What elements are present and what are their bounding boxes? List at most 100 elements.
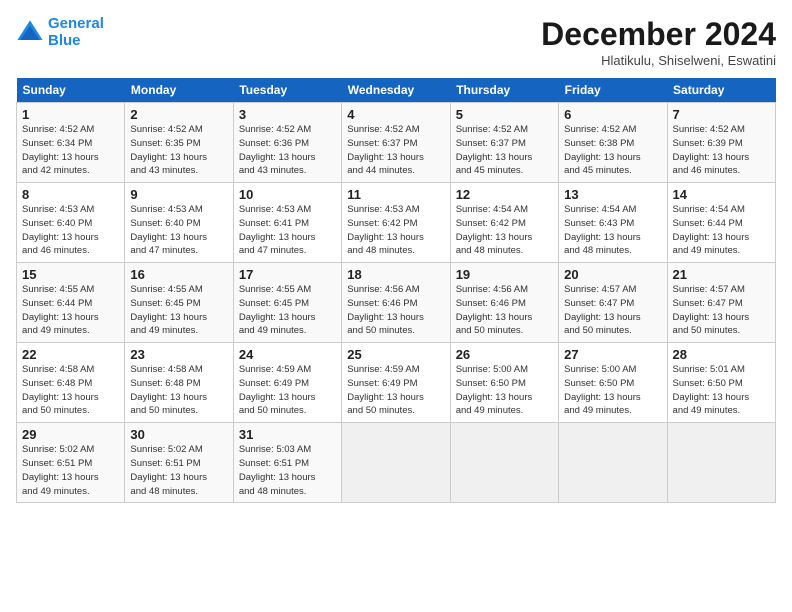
calendar-cell: 28Sunrise: 5:01 AM Sunset: 6:50 PM Dayli… [667,343,775,423]
day-number: 14 [673,187,770,202]
calendar-cell: 21Sunrise: 4:57 AM Sunset: 6:47 PM Dayli… [667,263,775,343]
calendar-cell: 11Sunrise: 4:53 AM Sunset: 6:42 PM Dayli… [342,183,450,263]
day-number: 16 [130,267,227,282]
header-saturday: Saturday [667,78,775,103]
day-info: Sunrise: 4:53 AM Sunset: 6:40 PM Dayligh… [130,203,227,258]
calendar-cell: 10Sunrise: 4:53 AM Sunset: 6:41 PM Dayli… [233,183,341,263]
calendar-cell: 9Sunrise: 4:53 AM Sunset: 6:40 PM Daylig… [125,183,233,263]
day-info: Sunrise: 5:00 AM Sunset: 6:50 PM Dayligh… [456,363,553,418]
header-monday: Monday [125,78,233,103]
day-info: Sunrise: 4:59 AM Sunset: 6:49 PM Dayligh… [347,363,444,418]
calendar-table: SundayMondayTuesdayWednesdayThursdayFrid… [16,78,776,503]
logo-text: General Blue [48,16,104,49]
day-number: 5 [456,107,553,122]
header: General Blue December 2024 Hlatikulu, Sh… [16,16,776,68]
day-info: Sunrise: 5:02 AM Sunset: 6:51 PM Dayligh… [22,443,119,498]
day-number: 28 [673,347,770,362]
day-number: 20 [564,267,661,282]
day-info: Sunrise: 4:52 AM Sunset: 6:36 PM Dayligh… [239,123,336,178]
day-number: 23 [130,347,227,362]
calendar-cell: 2Sunrise: 4:52 AM Sunset: 6:35 PM Daylig… [125,103,233,183]
day-info: Sunrise: 4:52 AM Sunset: 6:39 PM Dayligh… [673,123,770,178]
day-info: Sunrise: 5:00 AM Sunset: 6:50 PM Dayligh… [564,363,661,418]
calendar-cell: 17Sunrise: 4:55 AM Sunset: 6:45 PM Dayli… [233,263,341,343]
title-block: December 2024 Hlatikulu, Shiselweni, Esw… [541,16,776,68]
day-info: Sunrise: 4:52 AM Sunset: 6:38 PM Dayligh… [564,123,661,178]
calendar-week-1: 1Sunrise: 4:52 AM Sunset: 6:34 PM Daylig… [17,103,776,183]
day-number: 25 [347,347,444,362]
calendar-week-2: 8Sunrise: 4:53 AM Sunset: 6:40 PM Daylig… [17,183,776,263]
calendar-cell: 4Sunrise: 4:52 AM Sunset: 6:37 PM Daylig… [342,103,450,183]
day-number: 31 [239,427,336,442]
calendar-week-4: 22Sunrise: 4:58 AM Sunset: 6:48 PM Dayli… [17,343,776,423]
day-info: Sunrise: 4:56 AM Sunset: 6:46 PM Dayligh… [347,283,444,338]
day-number: 9 [130,187,227,202]
calendar-cell: 24Sunrise: 4:59 AM Sunset: 6:49 PM Dayli… [233,343,341,423]
calendar-cell: 26Sunrise: 5:00 AM Sunset: 6:50 PM Dayli… [450,343,558,423]
day-info: Sunrise: 5:01 AM Sunset: 6:50 PM Dayligh… [673,363,770,418]
location-subtitle: Hlatikulu, Shiselweni, Eswatini [541,53,776,68]
calendar-cell: 29Sunrise: 5:02 AM Sunset: 6:51 PM Dayli… [17,423,125,503]
calendar-cell: 13Sunrise: 4:54 AM Sunset: 6:43 PM Dayli… [559,183,667,263]
day-info: Sunrise: 4:55 AM Sunset: 6:45 PM Dayligh… [130,283,227,338]
calendar-cell [559,423,667,503]
day-number: 22 [22,347,119,362]
day-number: 24 [239,347,336,362]
day-number: 18 [347,267,444,282]
header-tuesday: Tuesday [233,78,341,103]
calendar-cell: 30Sunrise: 5:02 AM Sunset: 6:51 PM Dayli… [125,423,233,503]
day-number: 2 [130,107,227,122]
day-info: Sunrise: 4:53 AM Sunset: 6:40 PM Dayligh… [22,203,119,258]
month-title: December 2024 [541,16,776,53]
day-info: Sunrise: 4:54 AM Sunset: 6:42 PM Dayligh… [456,203,553,258]
day-number: 7 [673,107,770,122]
day-number: 8 [22,187,119,202]
calendar-cell: 6Sunrise: 4:52 AM Sunset: 6:38 PM Daylig… [559,103,667,183]
day-info: Sunrise: 4:55 AM Sunset: 6:44 PM Dayligh… [22,283,119,338]
calendar-cell: 14Sunrise: 4:54 AM Sunset: 6:44 PM Dayli… [667,183,775,263]
calendar-cell: 20Sunrise: 4:57 AM Sunset: 6:47 PM Dayli… [559,263,667,343]
calendar-cell: 1Sunrise: 4:52 AM Sunset: 6:34 PM Daylig… [17,103,125,183]
calendar-header-row: SundayMondayTuesdayWednesdayThursdayFrid… [17,78,776,103]
header-wednesday: Wednesday [342,78,450,103]
day-info: Sunrise: 4:57 AM Sunset: 6:47 PM Dayligh… [673,283,770,338]
calendar-cell: 16Sunrise: 4:55 AM Sunset: 6:45 PM Dayli… [125,263,233,343]
calendar-cell: 3Sunrise: 4:52 AM Sunset: 6:36 PM Daylig… [233,103,341,183]
day-number: 6 [564,107,661,122]
day-number: 19 [456,267,553,282]
day-number: 1 [22,107,119,122]
header-sunday: Sunday [17,78,125,103]
day-info: Sunrise: 4:52 AM Sunset: 6:37 PM Dayligh… [456,123,553,178]
day-info: Sunrise: 4:53 AM Sunset: 6:41 PM Dayligh… [239,203,336,258]
calendar-cell: 31Sunrise: 5:03 AM Sunset: 6:51 PM Dayli… [233,423,341,503]
day-info: Sunrise: 4:59 AM Sunset: 6:49 PM Dayligh… [239,363,336,418]
calendar-cell [342,423,450,503]
logo: General Blue [16,16,104,49]
calendar-week-5: 29Sunrise: 5:02 AM Sunset: 6:51 PM Dayli… [17,423,776,503]
page-container: General Blue December 2024 Hlatikulu, Sh… [0,0,792,513]
calendar-cell: 7Sunrise: 4:52 AM Sunset: 6:39 PM Daylig… [667,103,775,183]
day-info: Sunrise: 4:52 AM Sunset: 6:35 PM Dayligh… [130,123,227,178]
calendar-cell: 5Sunrise: 4:52 AM Sunset: 6:37 PM Daylig… [450,103,558,183]
day-number: 30 [130,427,227,442]
day-info: Sunrise: 4:58 AM Sunset: 6:48 PM Dayligh… [22,363,119,418]
day-number: 3 [239,107,336,122]
day-number: 26 [456,347,553,362]
day-info: Sunrise: 4:52 AM Sunset: 6:37 PM Dayligh… [347,123,444,178]
day-number: 12 [456,187,553,202]
day-info: Sunrise: 5:03 AM Sunset: 6:51 PM Dayligh… [239,443,336,498]
day-info: Sunrise: 4:57 AM Sunset: 6:47 PM Dayligh… [564,283,661,338]
day-info: Sunrise: 4:55 AM Sunset: 6:45 PM Dayligh… [239,283,336,338]
calendar-cell: 15Sunrise: 4:55 AM Sunset: 6:44 PM Dayli… [17,263,125,343]
logo-line1: General [48,15,104,32]
day-number: 15 [22,267,119,282]
day-number: 29 [22,427,119,442]
calendar-cell: 18Sunrise: 4:56 AM Sunset: 6:46 PM Dayli… [342,263,450,343]
calendar-cell: 19Sunrise: 4:56 AM Sunset: 6:46 PM Dayli… [450,263,558,343]
calendar-cell: 12Sunrise: 4:54 AM Sunset: 6:42 PM Dayli… [450,183,558,263]
logo-line2: Blue [48,32,81,49]
calendar-cell [667,423,775,503]
calendar-week-3: 15Sunrise: 4:55 AM Sunset: 6:44 PM Dayli… [17,263,776,343]
day-info: Sunrise: 5:02 AM Sunset: 6:51 PM Dayligh… [130,443,227,498]
day-number: 13 [564,187,661,202]
